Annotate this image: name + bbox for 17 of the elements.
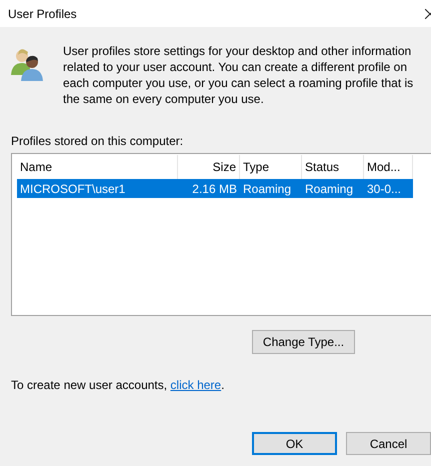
dialog-button[interactable]: Cancel — [346, 432, 431, 455]
create-accounts-text: To create new user accounts, click here. — [10, 377, 226, 393]
table-cell-text: 2.16 MB — [191, 180, 238, 198]
section-label: Profiles stored on this computer: — [10, 133, 184, 149]
description-text: User profiles store settings for your desktop and other information related to your user account. You can create a different profile on each computer you use, or you can select a roaming profile that is the same on every computer you use. — [63, 43, 414, 107]
change-type-button[interactable]: Change Type... — [252, 330, 355, 354]
profile-row[interactable]: MICROSOFT\user1 2.16 MB Roaming Roaming 30-0... — [17, 179, 413, 198]
table-cell-text: MICROSOFT\user1 — [19, 180, 126, 198]
profiles-list[interactable]: Name Size Type Status Mod... MICROSOFT\user1 2.16 MB Roaming Roaming 30-0... — [11, 153, 431, 316]
users-icon — [10, 47, 44, 81]
window-title: User Profiles — [7, 6, 77, 22]
close-icon[interactable] — [425, 8, 431, 18]
table-cell-text: Roaming — [242, 180, 292, 198]
table-cell-text: Roaming — [304, 180, 354, 198]
click-here-link[interactable]: click here — [170, 378, 222, 392]
dialog-button[interactable]: OK — [252, 432, 337, 455]
table-cell-text: 30-0... — [366, 180, 402, 198]
